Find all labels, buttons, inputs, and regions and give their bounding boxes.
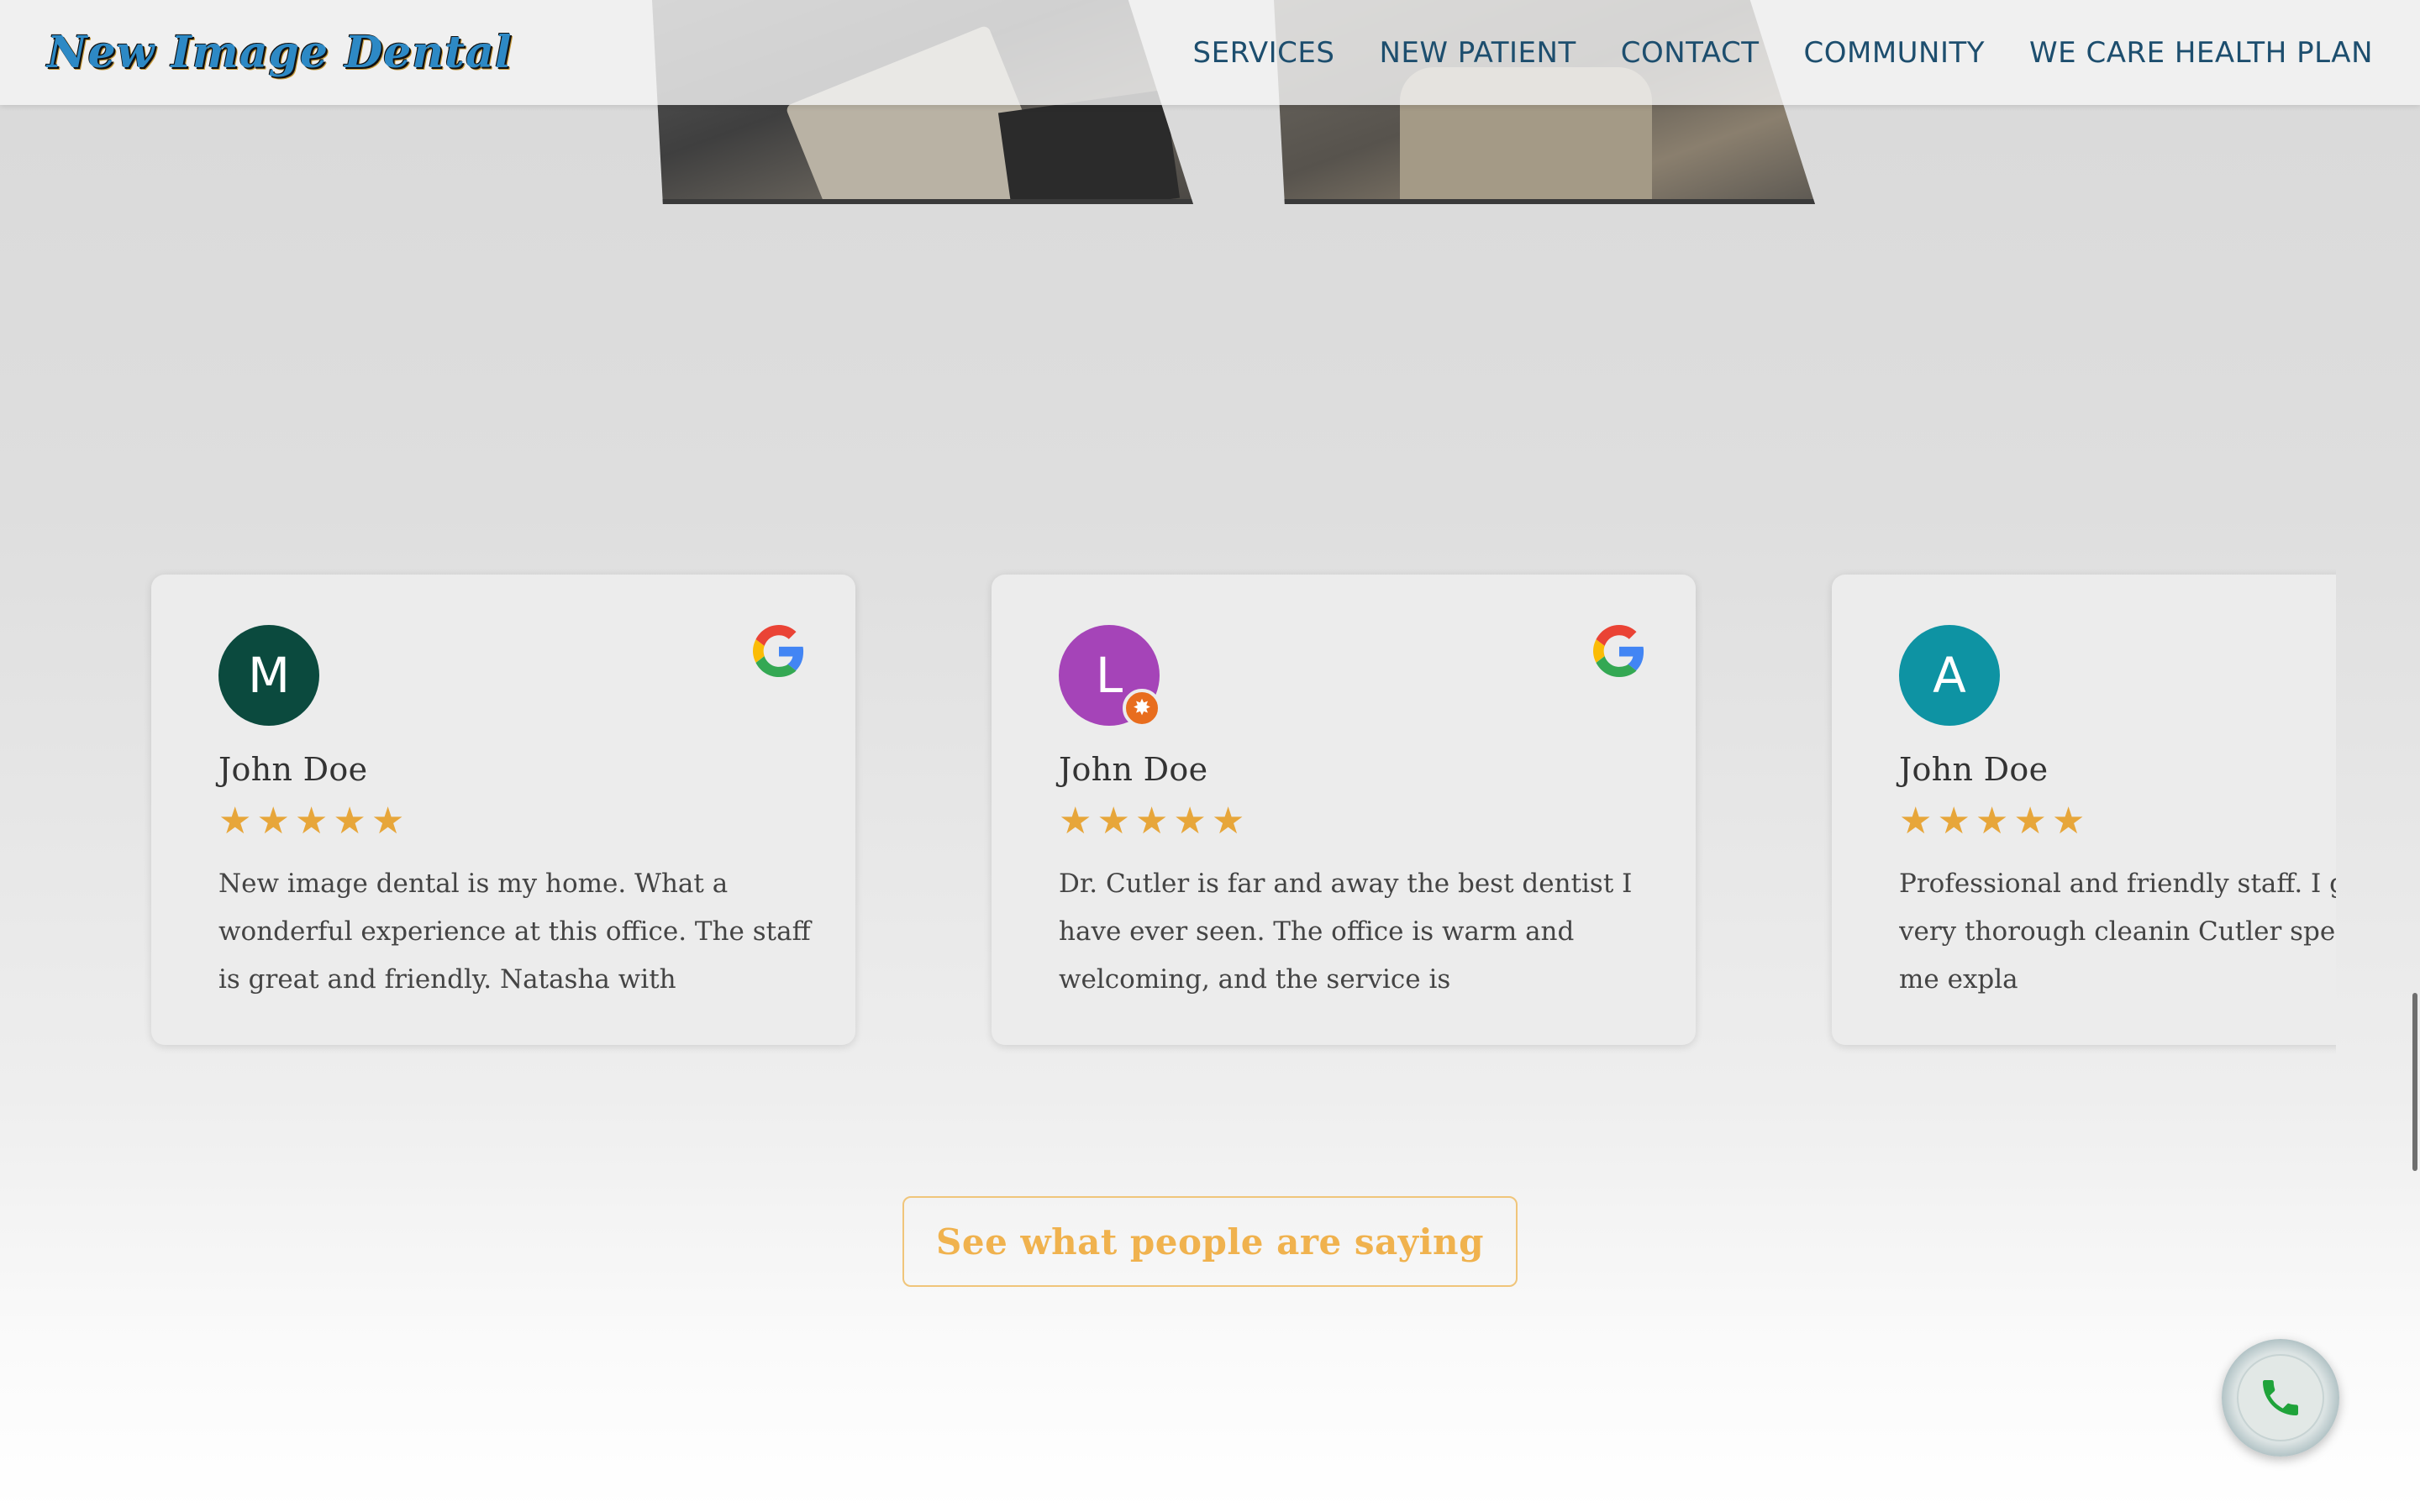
nav-contact[interactable]: CONTACT: [1621, 36, 1760, 70]
star-icon: ★: [1173, 800, 1207, 843]
site-logo[interactable]: New Image Dental: [47, 27, 513, 78]
star-icon: ★: [1975, 800, 2009, 843]
review-card[interactable]: M John Doe ★ ★ ★ ★ ★ New image dental is…: [151, 575, 855, 1045]
star-rating: ★ ★ ★ ★ ★: [1899, 803, 2336, 840]
star-icon: ★: [294, 800, 329, 843]
avatar: A: [1899, 625, 2000, 726]
avatar-initial: A: [1933, 647, 1966, 704]
star-rating: ★ ★ ★ ★ ★: [1059, 803, 1628, 840]
site-header: New Image Dental SERVICES NEW PATIENT CO…: [0, 0, 2420, 105]
page-scrollbar[interactable]: [2408, 0, 2420, 1512]
star-rating: ★ ★ ★ ★ ★: [218, 803, 788, 840]
nav-we-care-health-plan[interactable]: WE CARE HEALTH PLAN: [2029, 36, 2373, 70]
star-icon: ★: [1937, 800, 1970, 843]
star-icon: ★: [1134, 800, 1169, 843]
call-button-inner: [2237, 1354, 2324, 1441]
google-icon: [753, 625, 804, 677]
review-text: New image dental is my home. What a wond…: [218, 869, 811, 995]
reviewer-name: John Doe: [1059, 751, 1208, 788]
main-nav: SERVICES NEW PATIENT CONTACT COMMUNITY W…: [1193, 36, 2373, 70]
avatar: L ✸: [1059, 625, 1161, 727]
reviewer-name: John Doe: [218, 751, 368, 788]
star-icon: ★: [218, 800, 252, 843]
avatar: M: [218, 625, 319, 726]
star-icon: ★: [371, 800, 405, 843]
google-icon: [1593, 625, 1644, 677]
review-text: Professional and friendly staff. I gave …: [1899, 869, 2336, 995]
reviews-carousel: M John Doe ★ ★ ★ ★ ★ New image dental is…: [134, 563, 2336, 1067]
avatar-initial: L: [1095, 647, 1123, 704]
star-icon: ★: [2013, 800, 2047, 843]
star-icon: ★: [1211, 800, 1245, 843]
local-guide-badge-icon: ✸: [1123, 689, 1161, 727]
nav-community[interactable]: COMMUNITY: [1803, 36, 1985, 70]
scrollbar-thumb[interactable]: [2412, 993, 2417, 1171]
star-icon: ★: [1097, 800, 1130, 843]
star-icon: ★: [256, 800, 290, 843]
review-card[interactable]: A John Doe ★ ★ ★ ★ ★ Professional and fr…: [1832, 575, 2336, 1045]
call-button[interactable]: [2222, 1339, 2339, 1457]
nav-new-patient[interactable]: NEW PATIENT: [1379, 36, 1576, 70]
star-icon: ★: [1059, 800, 1092, 843]
review-text: Dr. Cutler is far and away the best dent…: [1059, 869, 1633, 995]
star-icon: ★: [1899, 800, 1933, 843]
see-reviews-button[interactable]: See what people are saying: [902, 1196, 1518, 1287]
nav-services[interactable]: SERVICES: [1193, 36, 1335, 70]
reviewer-name: John Doe: [1899, 751, 2049, 788]
review-card[interactable]: L ✸ John Doe ★ ★ ★ ★ ★ Dr. Cutler is far…: [992, 575, 1696, 1045]
phone-icon: [2263, 1380, 2298, 1415]
keyboard: [997, 89, 1181, 204]
star-icon: ★: [2051, 800, 2086, 843]
avatar-initial: M: [247, 647, 291, 704]
star-icon: ★: [333, 800, 366, 843]
